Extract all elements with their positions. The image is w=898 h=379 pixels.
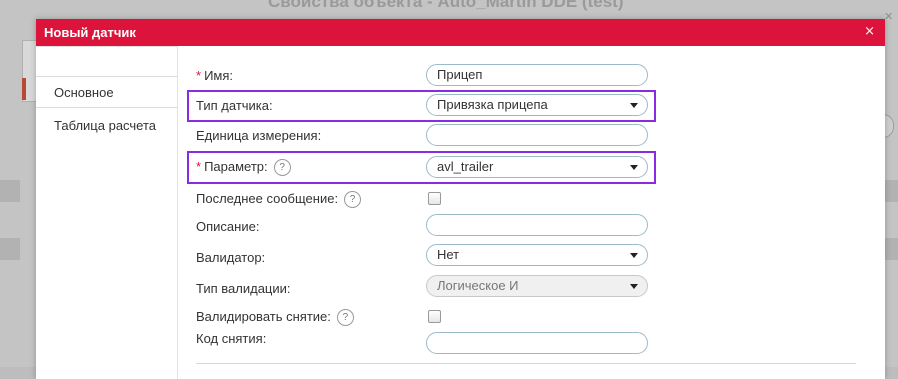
background-strip xyxy=(0,238,20,260)
new-sensor-dialog: Новый датчик × Основное Таблица расчета … xyxy=(36,19,885,379)
row-validator: Валидатор: Нет xyxy=(196,244,666,268)
last-message-label: Последнее сообщение: xyxy=(196,191,339,206)
tab-general[interactable]: Основное xyxy=(36,76,178,108)
tabs: Основное Таблица расчета xyxy=(36,46,178,379)
background-close-icon[interactable]: ✕ xyxy=(884,10,893,23)
dialog-title: Новый датчик xyxy=(44,25,136,40)
required-marker: * xyxy=(196,159,202,174)
sensor-type-value: Привязка прицепа xyxy=(437,97,548,112)
name-label: Имя: xyxy=(204,68,233,83)
description-label: Описание: xyxy=(196,219,260,234)
last-message-checkbox[interactable] xyxy=(428,192,441,205)
sensor-type-select[interactable]: Привязка прицепа xyxy=(426,94,648,116)
sensor-type-label: Тип датчика: xyxy=(196,98,273,113)
close-icon[interactable]: × xyxy=(864,24,875,39)
parameter-value: avl_trailer xyxy=(437,159,494,174)
help-icon[interactable]: ? xyxy=(336,309,354,327)
chevron-down-icon xyxy=(630,284,638,289)
unit-label: Единица измерения: xyxy=(196,128,322,143)
row-sensor-type: Тип датчика: Привязка прицепа xyxy=(196,94,666,118)
row-last-message: Последнее сообщение:? xyxy=(196,189,666,213)
tab-calculation-table[interactable]: Таблица расчета xyxy=(36,110,178,142)
chevron-down-icon xyxy=(630,165,638,170)
unbind-code-input[interactable] xyxy=(426,332,648,354)
name-input[interactable]: Прицеп xyxy=(426,64,648,86)
validation-type-value: Логическое И xyxy=(437,278,519,293)
dialog-header: Новый датчик × xyxy=(36,19,885,46)
validator-label: Валидатор: xyxy=(196,250,266,265)
row-validation-type: Тип валидации: Логическое И xyxy=(196,275,666,299)
row-parameter: * Параметр:? avl_trailer xyxy=(196,156,666,180)
help-icon[interactable]: ? xyxy=(273,159,291,177)
validate-unbind-checkbox[interactable] xyxy=(428,310,441,323)
background-window-title: Свойства объекта - Auto_Martin DDE (test… xyxy=(268,0,624,11)
row-description: Описание: xyxy=(196,214,666,238)
unbind-code-label: Код снятия: xyxy=(196,331,267,346)
row-unbind-code: Код снятия: xyxy=(196,331,666,355)
description-input[interactable] xyxy=(426,214,648,236)
row-validate-unbind: Валидировать снятие:? xyxy=(196,307,666,331)
validator-value: Нет xyxy=(437,247,460,262)
required-marker: * xyxy=(196,68,202,83)
validate-unbind-label: Валидировать снятие: xyxy=(196,309,331,324)
background-accent xyxy=(22,78,26,100)
chevron-down-icon xyxy=(630,253,638,258)
background-strip xyxy=(0,180,20,202)
parameter-label: Параметр: xyxy=(204,159,268,174)
form-bottom-divider xyxy=(196,363,856,364)
validator-select[interactable]: Нет xyxy=(426,244,648,266)
row-name: * Имя: Прицеп xyxy=(196,64,666,88)
validation-type-label: Тип валидации: xyxy=(196,281,291,296)
validation-type-select[interactable]: Логическое И xyxy=(426,275,648,297)
parameter-select[interactable]: avl_trailer xyxy=(426,156,648,178)
tabs-divider xyxy=(177,46,178,379)
chevron-down-icon xyxy=(630,103,638,108)
row-unit: Единица измерения: xyxy=(196,124,666,148)
unit-input[interactable] xyxy=(426,124,648,146)
help-icon[interactable]: ? xyxy=(344,191,362,209)
